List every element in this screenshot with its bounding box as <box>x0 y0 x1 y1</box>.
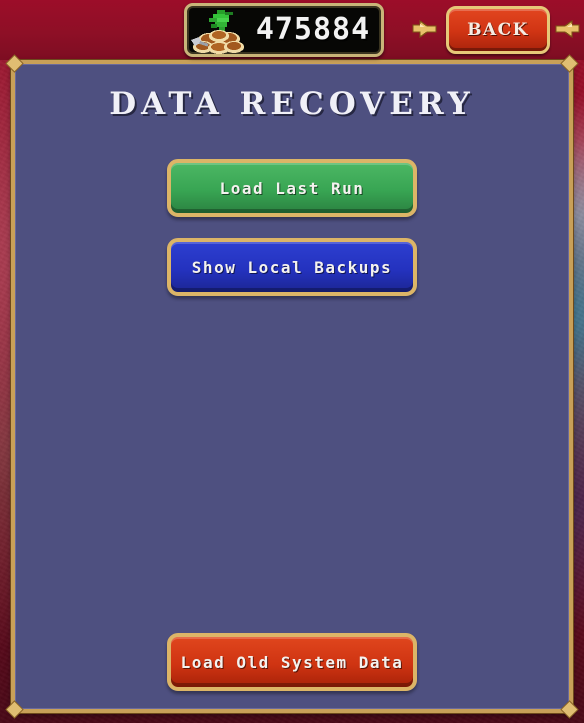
show-local-backups-label: Show Local Backups <box>191 257 393 277</box>
load-old-system-data-label: Load Old System Data <box>180 652 404 672</box>
show-local-backups-button[interactable]: Show Local Backups <box>167 238 417 296</box>
back-button[interactable]: BACK <box>446 6 550 54</box>
bumper-arrow-right-icon[interactable] <box>554 19 580 39</box>
coin-pile-icon <box>189 6 253 54</box>
back-button-cluster: BACK <box>408 0 584 60</box>
money-value: 475884 <box>255 12 371 47</box>
back-button-label: BACK <box>467 20 529 40</box>
bumper-arrow-left-icon[interactable] <box>412 19 438 39</box>
game-screen: 475884 BACK DATA RECOVERY Load Last Run … <box>0 0 584 723</box>
data-recovery-panel: DATA RECOVERY Load Last Run Show Local B… <box>6 55 578 718</box>
hud-bar: 475884 BACK <box>0 0 584 60</box>
load-last-run-label: Load Last Run <box>219 178 365 198</box>
money-counter: 475884 <box>184 3 384 57</box>
load-last-run-button[interactable]: Load Last Run <box>167 159 417 217</box>
page-title: DATA RECOVERY <box>109 86 475 122</box>
load-old-system-data-button[interactable]: Load Old System Data <box>167 633 417 691</box>
